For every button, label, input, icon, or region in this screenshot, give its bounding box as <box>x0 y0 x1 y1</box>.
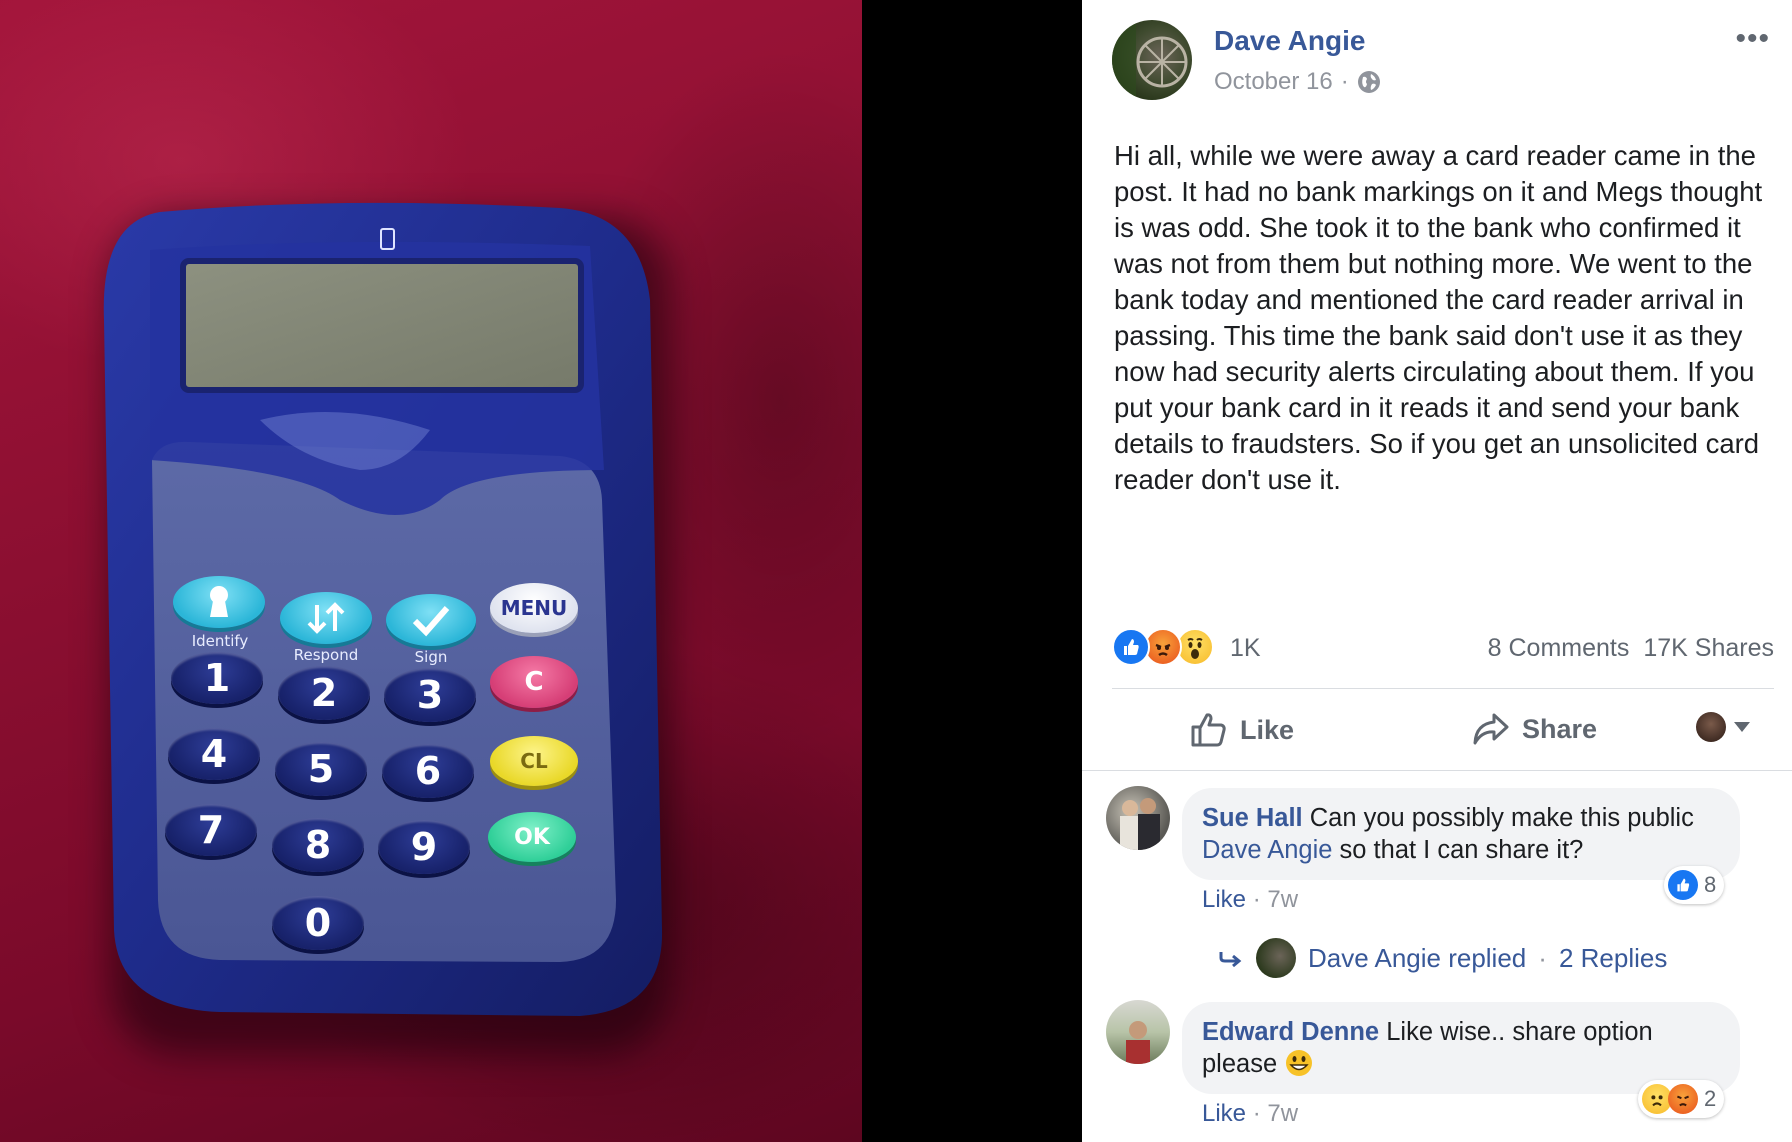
comment-reactions[interactable]: 8 <box>1664 866 1725 904</box>
globe-icon[interactable] <box>1357 70 1381 94</box>
cancel-line-key: CL <box>490 736 578 786</box>
comments-count[interactable]: 8 Comments <box>1488 634 1630 663</box>
post-panel: Dave Angie October 16 · ••• Hi all, whil… <box>1082 0 1792 1142</box>
reaction-count[interactable]: 1K <box>1230 634 1261 663</box>
like-button[interactable]: Like <box>1190 712 1294 748</box>
reaction-icons <box>1112 628 1214 666</box>
comment-reactions[interactable]: 2 <box>1638 1080 1725 1118</box>
respond-key <box>280 592 372 644</box>
comment-text: so that I can share it? <box>1339 836 1584 864</box>
photo-letterbox <box>862 0 1082 1142</box>
comment-like-link[interactable]: Like <box>1202 886 1246 913</box>
angry-reaction-icon <box>1668 1084 1698 1114</box>
post-photo[interactable]: Identify Respond Sign MENU 1 2 3 C 4 5 6… <box>0 0 862 1142</box>
sign-label: Sign <box>414 648 448 666</box>
like-reaction-icon <box>1668 870 1698 900</box>
post-author[interactable]: Dave Angie <box>1214 25 1365 57</box>
key-2: 2 <box>278 666 370 720</box>
up-down-arrows-icon <box>307 602 345 634</box>
shares-count[interactable]: 17K Shares <box>1643 634 1774 663</box>
share-button[interactable]: Share <box>1472 712 1597 746</box>
share-arrow-icon <box>1473 713 1509 745</box>
divider <box>1082 770 1792 771</box>
key-3: 3 <box>384 668 476 722</box>
divider <box>1112 688 1774 689</box>
checkmark-icon <box>412 606 450 637</box>
identify-key <box>173 576 265 628</box>
identify-label: Identify <box>191 632 249 650</box>
menu-key: MENU <box>490 583 578 633</box>
comment-time[interactable]: 7w <box>1267 886 1298 913</box>
engagement-counts: 8 Comments 17K Shares <box>1488 634 1774 663</box>
like-reaction-icon <box>1112 628 1150 666</box>
comment-author[interactable]: Sue Hall <box>1202 804 1303 832</box>
dropdown-caret-icon <box>1734 722 1750 732</box>
share-label: Share <box>1522 713 1598 744</box>
replies-summary[interactable]: Dave Angie replied · 2 Replies <box>1218 938 1667 978</box>
replies-count: 2 Replies <box>1558 942 1668 973</box>
key-6: 6 <box>382 744 474 798</box>
waterwheel-icon <box>1112 20 1188 100</box>
post-actions-bar: Like Share <box>1082 700 1792 762</box>
more-options-icon[interactable]: ••• <box>1735 22 1770 56</box>
commenter-avatar-edward-denne[interactable] <box>1106 1000 1170 1064</box>
grinning-emoji-icon <box>1286 1050 1313 1076</box>
keyhole-icon <box>210 586 228 617</box>
viewer-avatar <box>1696 712 1726 742</box>
comment-meta: Like · 7w <box>1202 1100 1299 1127</box>
like-label: Like <box>1240 714 1295 745</box>
comment-like-link[interactable]: Like <box>1202 1100 1246 1127</box>
comment-text: Can you possibly make this public <box>1309 804 1694 832</box>
card-reader-device: Identify Respond Sign MENU 1 2 3 C 4 5 6… <box>0 0 862 1142</box>
sign-key <box>386 594 476 646</box>
post-date-row: October 16 · <box>1214 68 1381 96</box>
reply-separator: · <box>1538 942 1547 973</box>
comment-reaction-count: 8 <box>1704 872 1717 897</box>
comment-bubble: Sue Hall Can you possibly make this publ… <box>1182 788 1740 880</box>
key-8: 8 <box>272 818 364 872</box>
post-date[interactable]: October 16 <box>1214 68 1333 96</box>
comment-mention[interactable]: Dave Angie <box>1202 836 1332 864</box>
comment-time[interactable]: 7w <box>1267 1100 1298 1127</box>
replier-avatar <box>1256 938 1296 978</box>
key-1: 1 <box>171 652 263 704</box>
key-4: 4 <box>168 728 260 780</box>
reply-arrow-icon <box>1219 952 1242 968</box>
key-9: 9 <box>378 820 470 874</box>
comment-reaction-count: 2 <box>1704 1086 1717 1111</box>
author-avatar[interactable] <box>1112 20 1192 100</box>
post-body: Hi all, while we were away a card reader… <box>1114 140 1763 495</box>
ok-key: OK <box>488 812 576 862</box>
audience-selector[interactable] <box>1696 712 1750 742</box>
date-separator: · <box>1340 68 1349 95</box>
key-7: 7 <box>165 804 257 856</box>
key-5: 5 <box>275 742 367 796</box>
replier-text: Dave Angie replied <box>1308 942 1527 973</box>
comment-meta: Like · 7w <box>1202 886 1299 913</box>
reactions-summary[interactable]: 1K 8 Comments 17K Shares <box>1112 626 1774 670</box>
clear-key: C <box>490 656 578 708</box>
comment-author[interactable]: Edward Denne <box>1202 1018 1379 1046</box>
key-0: 0 <box>272 896 364 950</box>
thumbs-up-icon <box>1191 713 1226 747</box>
commenter-avatar-sue-hall[interactable] <box>1106 786 1170 850</box>
respond-label: Respond <box>293 646 359 664</box>
card-reader-body <box>103 202 663 1016</box>
